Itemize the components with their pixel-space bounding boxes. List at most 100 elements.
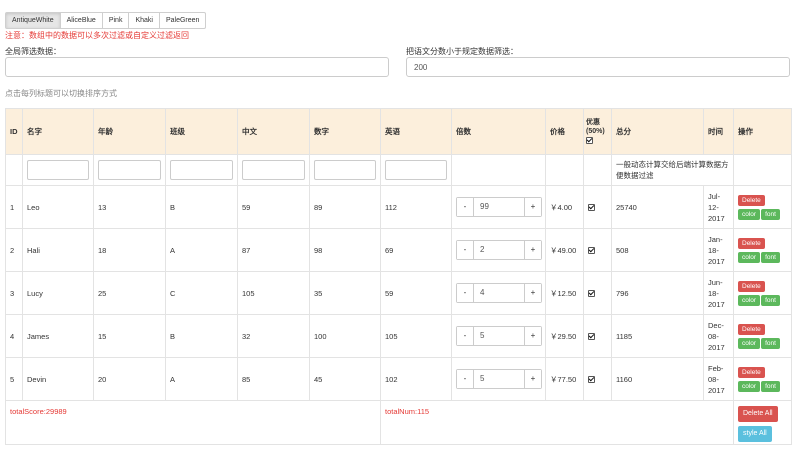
decrement-button[interactable]: - bbox=[457, 241, 474, 259]
header-ops: 操作 bbox=[733, 108, 792, 155]
multiple-value[interactable]: 99 bbox=[474, 198, 524, 216]
name-filter-input[interactable] bbox=[27, 160, 89, 180]
header-math[interactable]: 数字 bbox=[309, 108, 381, 155]
cell-chinese: 32 bbox=[237, 314, 310, 358]
header-discount-label: 优惠 bbox=[586, 119, 600, 126]
cell-age: 25 bbox=[93, 271, 166, 315]
table-row: 4 James 15 B 32 100 105 - 5 + ￥29.50 118… bbox=[5, 314, 792, 358]
header-class[interactable]: 班级 bbox=[165, 108, 238, 155]
theme-pink-button[interactable]: Pink bbox=[101, 12, 130, 29]
cell-english: 69 bbox=[380, 228, 452, 272]
color-button[interactable]: color bbox=[738, 251, 761, 263]
font-button[interactable]: font bbox=[761, 294, 780, 306]
cell-time: Feb- 08- 2017 bbox=[703, 357, 734, 401]
delete-button[interactable]: Delete bbox=[738, 323, 765, 335]
header-discount-pct: (50%) bbox=[586, 128, 605, 135]
cell-time: Jan- 18- 2017 bbox=[703, 228, 734, 272]
cell-math: 89 bbox=[309, 185, 381, 229]
cell-name: James bbox=[22, 314, 94, 358]
cell-age: 15 bbox=[93, 314, 166, 358]
header-time[interactable]: 时间 bbox=[703, 108, 734, 155]
header-discount[interactable]: 优惠 (50%) bbox=[583, 108, 612, 155]
multiple-value[interactable]: 5 bbox=[474, 370, 524, 388]
theme-palegreen-button[interactable]: PaleGreen bbox=[158, 12, 207, 29]
cell-english: 105 bbox=[380, 314, 452, 358]
discount-checkbox[interactable] bbox=[588, 376, 595, 384]
cell-name: Leo bbox=[22, 185, 94, 229]
theme-khaki-button[interactable]: Khaki bbox=[128, 12, 160, 29]
theme-antiquewhite-button[interactable]: AntiqueWhite bbox=[5, 12, 61, 29]
class-filter-input[interactable] bbox=[170, 160, 233, 180]
decrement-button[interactable]: - bbox=[457, 370, 474, 388]
cell-english: 59 bbox=[380, 271, 452, 315]
english-filter-label: 把语文分数小于规定数据筛选： bbox=[406, 47, 518, 56]
color-button[interactable]: color bbox=[738, 380, 761, 392]
delete-button[interactable]: Delete bbox=[738, 280, 765, 292]
multiple-value[interactable]: 2 bbox=[474, 241, 524, 259]
table-row: 3 Lucy 25 C 105 35 59 - 4 + ￥12.50 796 J… bbox=[5, 271, 792, 315]
discount-checkbox[interactable] bbox=[588, 204, 595, 212]
header-row: ID 名字 年龄 班级 中文 数字 英语 倍数 价格 优惠 (50%) 总分 时… bbox=[5, 108, 792, 155]
cell-chinese: 87 bbox=[237, 228, 310, 272]
table-row: 2 Hali 18 A 87 98 69 - 2 + ￥49.00 508 Ja… bbox=[5, 228, 792, 272]
increment-button[interactable]: + bbox=[524, 284, 541, 302]
header-age[interactable]: 年龄 bbox=[93, 108, 166, 155]
age-filter-input[interactable] bbox=[98, 160, 161, 180]
cell-class: A bbox=[165, 228, 238, 272]
decrement-button[interactable]: - bbox=[457, 198, 474, 216]
cell-chinese: 59 bbox=[237, 185, 310, 229]
cell-chinese: 105 bbox=[237, 271, 310, 315]
delete-button[interactable]: Delete bbox=[738, 366, 765, 378]
delete-all-button[interactable]: Delete All bbox=[738, 405, 778, 422]
global-filter-input[interactable] bbox=[5, 57, 389, 77]
cell-class: B bbox=[165, 185, 238, 229]
header-name[interactable]: 名字 bbox=[22, 108, 94, 155]
font-button[interactable]: font bbox=[761, 380, 780, 392]
calc-note: 一般动态计算交给后端计算数据方便数据过滤 bbox=[611, 154, 734, 186]
header-total[interactable]: 总分 bbox=[611, 108, 704, 155]
multiple-value[interactable]: 5 bbox=[474, 327, 524, 345]
increment-button[interactable]: + bbox=[524, 327, 541, 345]
multiple-stepper: - 5 + bbox=[456, 369, 542, 389]
english-filter-input[interactable] bbox=[406, 57, 790, 77]
style-all-button[interactable]: style All bbox=[738, 425, 772, 442]
cell-age: 13 bbox=[93, 185, 166, 229]
header-multiple[interactable]: 倍数 bbox=[451, 108, 546, 155]
cell-time: Jul- 12- 2017 bbox=[703, 185, 734, 229]
color-button[interactable]: color bbox=[738, 208, 761, 220]
header-chinese[interactable]: 中文 bbox=[237, 108, 310, 155]
english-filter-input-col[interactable] bbox=[385, 160, 447, 180]
delete-button[interactable]: Delete bbox=[738, 237, 765, 249]
math-filter-input[interactable] bbox=[314, 160, 376, 180]
header-english[interactable]: 英语 bbox=[380, 108, 452, 155]
multiple-stepper: - 4 + bbox=[456, 283, 542, 303]
cell-name: Devin bbox=[22, 357, 94, 401]
chinese-filter-input[interactable] bbox=[242, 160, 305, 180]
discount-checkbox[interactable] bbox=[588, 247, 595, 255]
multiple-value[interactable]: 4 bbox=[474, 284, 524, 302]
delete-button[interactable]: Delete bbox=[738, 194, 765, 206]
decrement-button[interactable]: - bbox=[457, 327, 474, 345]
discount-all-checkbox[interactable] bbox=[586, 136, 593, 144]
discount-checkbox[interactable] bbox=[588, 333, 595, 341]
increment-button[interactable]: + bbox=[524, 370, 541, 388]
decrement-button[interactable]: - bbox=[457, 284, 474, 302]
row-actions: Delete color font bbox=[738, 237, 787, 263]
header-id[interactable]: ID bbox=[5, 108, 23, 155]
font-button[interactable]: font bbox=[761, 251, 780, 263]
font-button[interactable]: font bbox=[761, 337, 780, 349]
increment-button[interactable]: + bbox=[524, 241, 541, 259]
total-score: totalScore:29989 bbox=[5, 400, 381, 445]
discount-checkbox[interactable] bbox=[588, 290, 595, 298]
row-actions: Delete color font bbox=[738, 194, 787, 220]
increment-button[interactable]: + bbox=[524, 198, 541, 216]
cell-class: A bbox=[165, 357, 238, 401]
color-button[interactable]: color bbox=[738, 294, 761, 306]
theme-aliceblue-button[interactable]: AliceBlue bbox=[59, 12, 103, 29]
color-button[interactable]: color bbox=[738, 337, 761, 349]
cell-total: 25740 bbox=[611, 185, 704, 229]
header-price[interactable]: 价格 bbox=[545, 108, 584, 155]
font-button[interactable]: font bbox=[761, 208, 780, 220]
cell-total: 796 bbox=[611, 271, 704, 315]
cell-id: 2 bbox=[5, 228, 23, 272]
